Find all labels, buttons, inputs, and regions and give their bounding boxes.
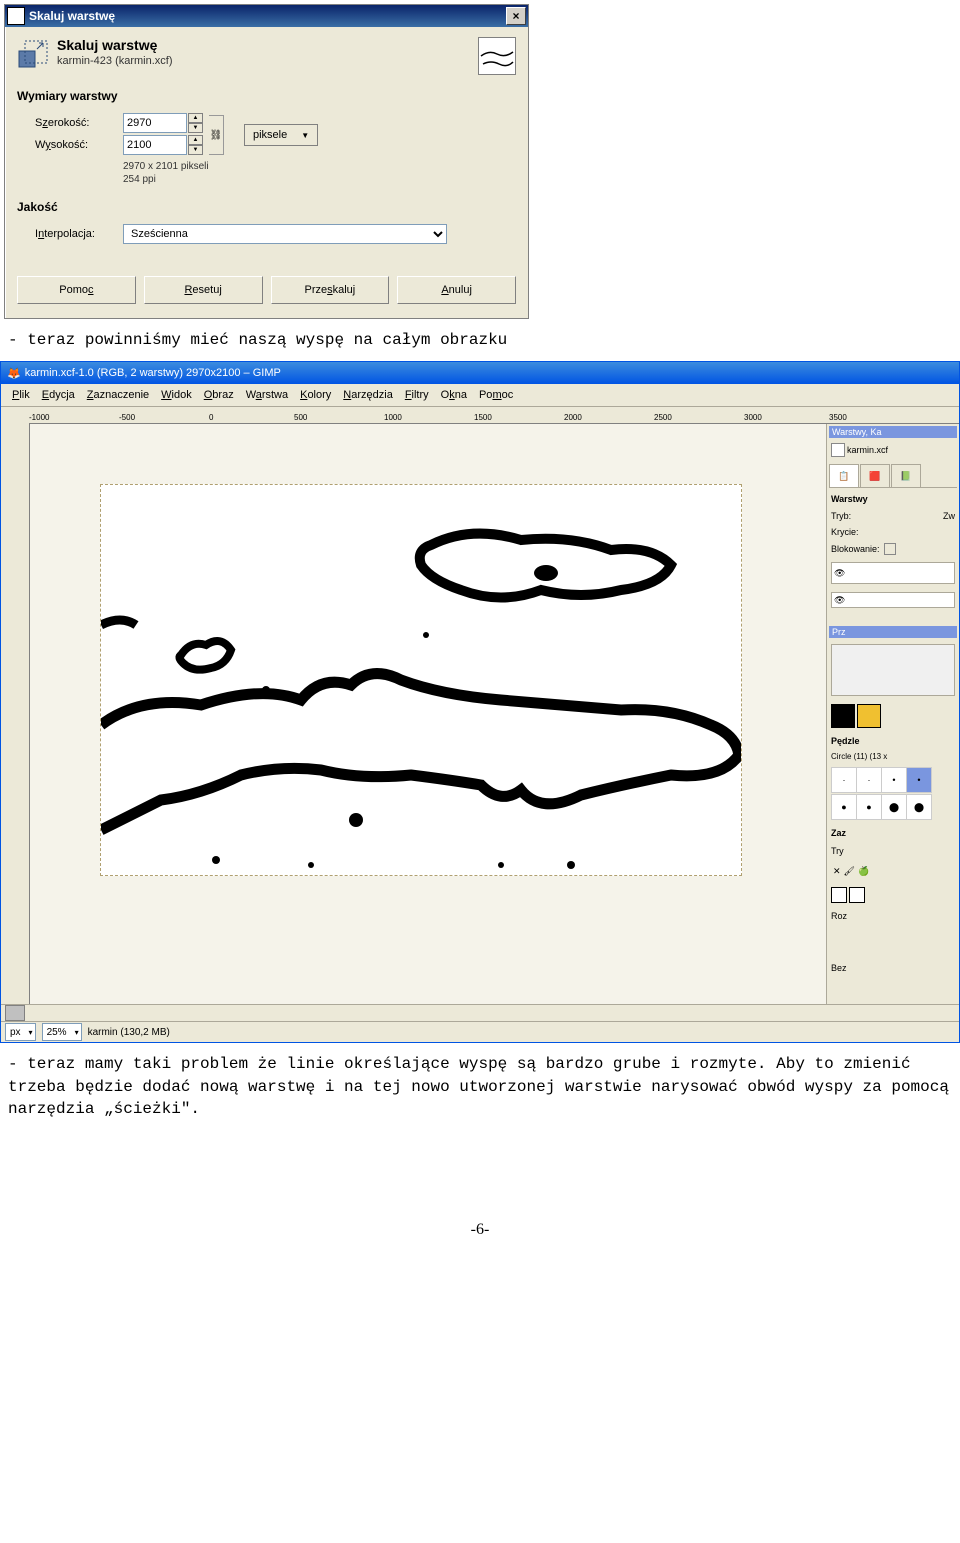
dialog-subheading: karmin-423 (karmin.xcf) (57, 55, 470, 67)
tab-paths[interactable]: 📗 (891, 464, 921, 487)
app-icon: ◧ (7, 7, 25, 25)
tab-channels[interactable]: 🟥 (860, 464, 890, 487)
interpolation-label: Interpolacja: (17, 228, 123, 240)
gimp-titlebar[interactable]: 🦊 karmin.xcf-1.0 (RGB, 2 warstwy) 2970x2… (1, 362, 959, 384)
menu-view[interactable]: Widok (156, 387, 197, 403)
try-label: Try (829, 844, 957, 858)
width-label: Szerokość: (17, 117, 123, 129)
lock-row[interactable]: Blokowanie: (829, 542, 957, 556)
scale-button[interactable]: Przeskaluj (271, 276, 390, 304)
fg-swatch[interactable] (831, 704, 855, 728)
unit-selector[interactable]: piksele▼ (244, 124, 318, 146)
tab-layers[interactable]: 📋 (829, 464, 859, 487)
bez-label: Bez (829, 961, 957, 975)
mini-fg[interactable] (831, 887, 847, 903)
mini-bg[interactable] (849, 887, 865, 903)
help-button[interactable]: Pomoc (17, 276, 136, 304)
width-spinner[interactable]: ▲▼ (188, 113, 203, 133)
bg-swatch[interactable] (857, 704, 881, 728)
menu-tools[interactable]: Narzędzia (338, 387, 398, 403)
canvas[interactable] (100, 484, 742, 876)
tutorial-text-2: - teraz mamy taki problem że linie okreś… (8, 1053, 952, 1120)
layer-item[interactable]: 👁 (831, 592, 955, 608)
dialog-content: Skaluj warstwę karmin-423 (karmin.xcf) W… (5, 27, 528, 318)
ruler-horizontal: -1000 -500 0 500 1000 1500 2000 2500 300… (29, 407, 959, 424)
canvas-area[interactable] (30, 424, 826, 1004)
brush-grid[interactable]: ··•• ●●⬤⬤ (829, 765, 957, 822)
scrollbar-horizontal[interactable] (1, 1004, 959, 1021)
height-label: Wysokość: (17, 139, 123, 151)
menu-layer[interactable]: Warstwa (241, 387, 293, 403)
gimp-icon: 🦊 (7, 367, 21, 380)
menu-select[interactable]: Zaznaczenie (82, 387, 154, 403)
section-dimensions: Wymiary warstwy (17, 89, 516, 103)
cancel-button[interactable]: Anuluj (397, 276, 516, 304)
brush-name: Circle (11) (13 x (829, 752, 957, 761)
mode-row[interactable]: Tryb:Zw (829, 510, 957, 522)
menu-file[interactable]: Plik (7, 387, 35, 403)
scale-layer-dialog: ◧ Skaluj warstwę × Skaluj warstwę karmin… (4, 4, 529, 319)
reset-button[interactable]: Resetuj (144, 276, 263, 304)
close-icon[interactable]: × (506, 7, 526, 25)
chain-link-icon[interactable]: ⛓ (209, 115, 224, 155)
menubar: Plik Edycja Zaznaczenie Widok Obraz Wars… (1, 384, 959, 407)
right-docks: Warstwy, Ka karmin.xcf 📋 🟥 📗 Warstwy Try… (826, 424, 959, 1004)
menu-help[interactable]: Pomoc (474, 387, 518, 403)
preview-box (831, 644, 955, 696)
scale-icon (17, 37, 49, 69)
section-quality: Jakość (17, 200, 516, 214)
interpolation-select[interactable]: Sześcienna (123, 224, 447, 244)
roz-label: Roz (829, 909, 957, 923)
height-spinner[interactable]: ▲▼ (188, 135, 203, 155)
page-number: -6- (0, 1221, 960, 1239)
size-info: 2970 x 2101 pikseli 254 ppi (123, 160, 516, 186)
menu-filters[interactable]: Filtry (400, 387, 434, 403)
layer-preview (478, 37, 516, 75)
gimp-window: 🦊 karmin.xcf-1.0 (RGB, 2 warstwy) 2970x2… (0, 361, 960, 1043)
window-title: Skaluj warstwę (29, 9, 115, 23)
ruler-vertical (13, 424, 30, 1004)
dock-prz-title[interactable]: Prz (829, 626, 957, 638)
opacity-row[interactable]: Krycie: (829, 526, 957, 538)
tutorial-text-1: - teraz powinniśmy mieć naszą wyspę na c… (8, 329, 952, 351)
layers-heading: Warstwy (829, 492, 957, 506)
menu-image[interactable]: Obraz (199, 387, 239, 403)
menu-colors[interactable]: Kolory (295, 387, 336, 403)
chevron-down-icon: ▼ (301, 131, 309, 140)
zoom-combo[interactable]: 25% (42, 1023, 82, 1041)
dock-layers-title[interactable]: Warstwy, Ka (829, 426, 957, 438)
width-input[interactable] (123, 113, 187, 133)
dialog-titlebar[interactable]: ◧ Skaluj warstwę × (5, 5, 528, 27)
gimp-title-text: karmin.xcf-1.0 (RGB, 2 warstwy) 2970x210… (25, 367, 281, 379)
layer-item[interactable]: 👁 (831, 562, 955, 584)
dialog-heading: Skaluj warstwę (57, 37, 470, 53)
brushes-heading: Pędzle (829, 734, 957, 748)
file-selector[interactable]: karmin.xcf (829, 442, 957, 458)
zaz-heading: Zaz (829, 826, 957, 840)
statusbar: px 25% karmin (130,2 MB) (1, 1021, 959, 1042)
tool-row[interactable]: ✕🖌🍏 (829, 862, 957, 881)
dock-tabs: 📋 🟥 📗 (829, 462, 957, 488)
menu-edit[interactable]: Edycja (37, 387, 80, 403)
height-input[interactable] (123, 135, 187, 155)
menu-windows[interactable]: Okna (436, 387, 472, 403)
color-swatches[interactable] (829, 702, 957, 730)
unit-combo[interactable]: px (5, 1023, 36, 1041)
status-info: karmin (130,2 MB) (88, 1027, 170, 1038)
